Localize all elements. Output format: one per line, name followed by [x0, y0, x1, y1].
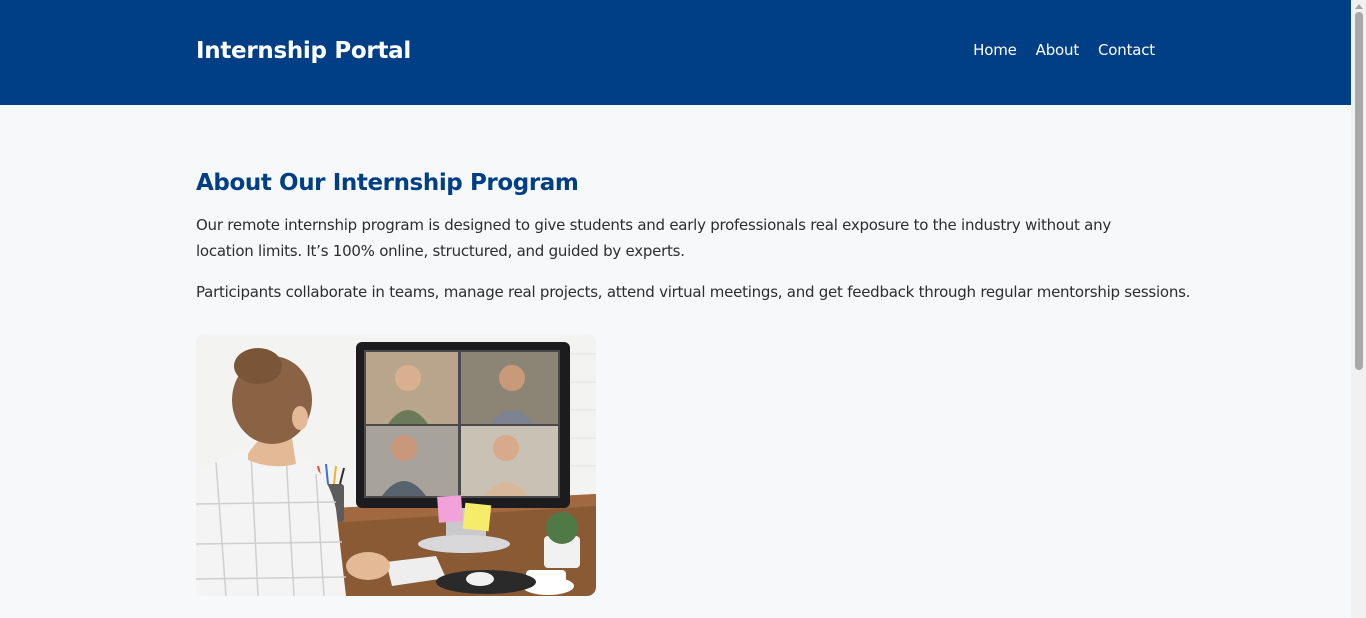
nav-contact-link[interactable]: Contact	[1098, 40, 1155, 60]
site-header: Internship Portal Home About Contact	[0, 0, 1351, 105]
page-scrollbar[interactable]	[1351, 0, 1366, 618]
page: Internship Portal Home About Contact Abo…	[0, 0, 1366, 618]
remote-meeting-photo	[196, 334, 596, 596]
scroll-up-icon[interactable]	[1355, 4, 1363, 9]
site-brand[interactable]: Internship Portal	[196, 36, 411, 66]
scrollbar-thumb[interactable]	[1355, 12, 1363, 370]
page-title: About Our Internship Program	[196, 170, 579, 196]
main-nav: Home About Contact	[973, 40, 1155, 60]
intro-paragraph: Our remote internship program is designe…	[196, 216, 1111, 260]
nav-about-link[interactable]: About	[1036, 40, 1080, 60]
about-section: About Our Internship Program Our remote …	[196, 168, 1190, 596]
details-paragraph: Participants collaborate in teams, manag…	[196, 283, 1191, 301]
nav-home-link[interactable]: Home	[973, 40, 1017, 60]
